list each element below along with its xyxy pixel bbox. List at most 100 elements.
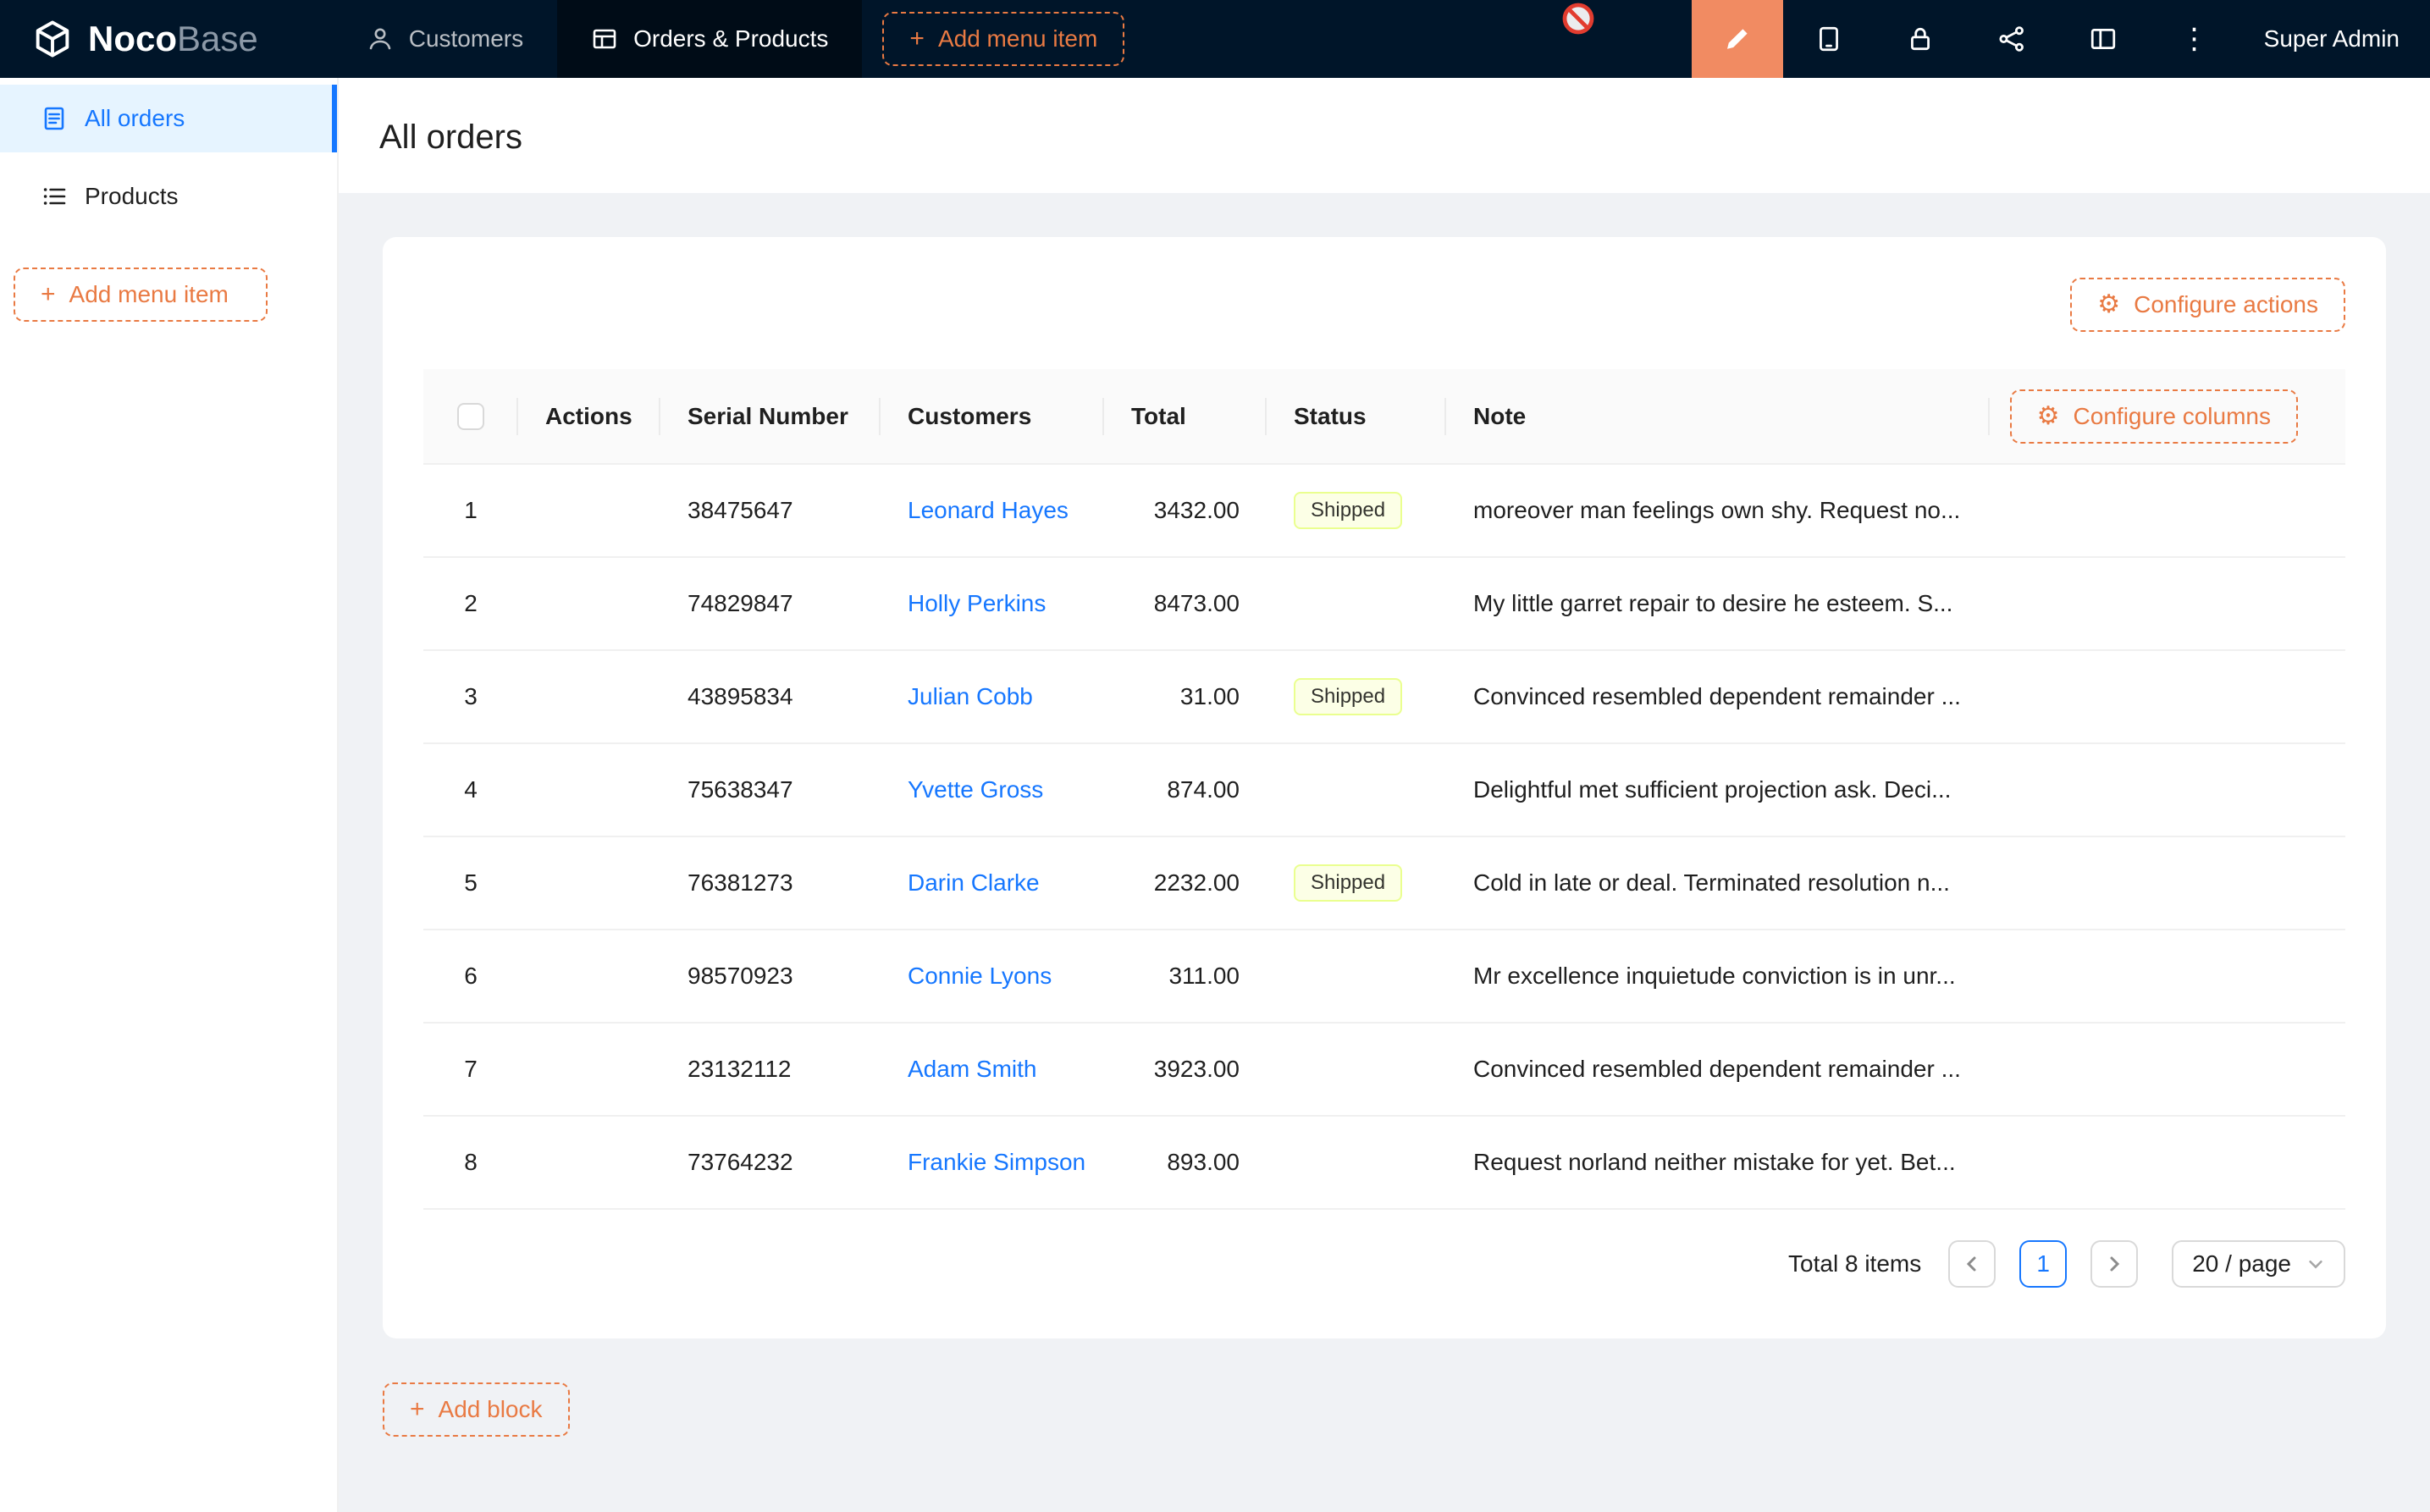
pagination-page-1[interactable]: 1	[2019, 1240, 2067, 1288]
total-cell: 31.00	[1104, 650, 1267, 743]
total-cell: 3923.00	[1104, 1023, 1267, 1116]
nocobase-logo-icon	[30, 17, 75, 61]
prohibited-icon	[1561, 2, 1595, 36]
sidebar-add-menu-item-button[interactable]: + Add menu item	[14, 268, 268, 322]
serial-cell: 74829847	[660, 557, 881, 650]
table-row[interactable]: 2 74829847 Holly Perkins 8473.00 My litt…	[423, 557, 2345, 650]
total-cell: 2232.00	[1104, 836, 1267, 930]
actions-cell	[518, 1023, 660, 1116]
row-index: 4	[423, 743, 518, 836]
customer-link[interactable]: Leonard Hayes	[908, 497, 1069, 523]
note-cell: Convinced resembled dependent remainder …	[1446, 650, 1990, 743]
actions-cell	[518, 1116, 660, 1209]
share-nodes-icon	[1997, 25, 2026, 53]
serial-cell: 73764232	[660, 1116, 881, 1209]
pagination-prev-button[interactable]	[1948, 1240, 1996, 1288]
serial-cell: 75638347	[660, 743, 881, 836]
orders-table-block: ⚙ Configure actions Actions	[383, 237, 2386, 1338]
logo-text: NocoBase	[88, 19, 258, 59]
column-header-note: Note	[1446, 369, 1990, 464]
serial-cell: 23132112	[660, 1023, 881, 1116]
lock-icon	[1906, 25, 1935, 53]
status-tag: Shipped	[1294, 678, 1402, 715]
top-nav: Customers Orders & Products + Add menu i…	[333, 0, 1125, 78]
pagination: Total 8 items 1	[423, 1210, 2345, 1298]
nav-item-orders-products[interactable]: Orders & Products	[557, 0, 862, 78]
actions-cell	[518, 743, 660, 836]
sidebar-item-all-orders[interactable]: All orders	[0, 85, 337, 152]
add-block-button[interactable]: + Add block	[383, 1382, 570, 1437]
ui-editor-button[interactable]	[1692, 0, 1783, 78]
column-header-total: Total	[1104, 369, 1267, 464]
document-icon	[41, 105, 68, 132]
column-header-customers: Customers	[881, 369, 1104, 464]
api-share-button[interactable]	[1966, 0, 2057, 78]
row-index: 2	[423, 557, 518, 650]
configure-actions-button[interactable]: ⚙ Configure actions	[2070, 278, 2345, 332]
table-row[interactable]: 4 75638347 Yvette Gross 874.00 Delightfu…	[423, 743, 2345, 836]
config-cell	[1990, 836, 2345, 930]
nocobase-logo[interactable]: NocoBase	[0, 0, 282, 78]
table-row[interactable]: 3 43895834 Julian Cobb 31.00 Shipped Con…	[423, 650, 2345, 743]
note-cell: moreover man feelings own shy. Request n…	[1446, 464, 1990, 557]
chevron-left-icon	[1963, 1255, 1980, 1272]
serial-cell: 43895834	[660, 650, 881, 743]
permissions-button[interactable]	[1875, 0, 1966, 78]
pagination-total: Total 8 items	[1788, 1250, 1921, 1277]
table-header-row: Actions Serial Number Customers Total St…	[423, 369, 2345, 464]
more-actions-button[interactable]: ⋮	[2149, 0, 2240, 78]
customer-link[interactable]: Darin Clarke	[908, 869, 1040, 896]
config-cell	[1990, 1116, 2345, 1209]
table-icon	[591, 25, 618, 52]
customer-link[interactable]: Frankie Simpson	[908, 1149, 1085, 1175]
table-row[interactable]: 6 98570923 Connie Lyons 311.00 Mr excell…	[423, 930, 2345, 1023]
table-row[interactable]: 7 23132112 Adam Smith 3923.00 Convinced …	[423, 1023, 2345, 1116]
mobile-client-button[interactable]	[1783, 0, 1875, 78]
orders-table: Actions Serial Number Customers Total St…	[423, 369, 2345, 1210]
plus-icon: +	[909, 26, 925, 52]
nav-item-customers[interactable]: Customers	[333, 0, 557, 78]
layout-icon	[2089, 25, 2118, 53]
row-index: 1	[423, 464, 518, 557]
note-cell: Request norland neither mistake for yet.…	[1446, 1116, 1990, 1209]
config-cell	[1990, 650, 2345, 743]
page-title: All orders	[379, 113, 2389, 161]
table-row[interactable]: 5 76381273 Darin Clarke 2232.00 Shipped …	[423, 836, 2345, 930]
sidebar: All orders Products + Add menu item	[0, 78, 339, 1512]
customer-link[interactable]: Holly Perkins	[908, 590, 1046, 616]
page-header: All orders	[339, 78, 2430, 193]
customer-link[interactable]: Julian Cobb	[908, 683, 1033, 709]
page-size-select[interactable]: 20 / page	[2172, 1240, 2345, 1288]
table-action-bar: ⚙ Configure actions	[423, 278, 2345, 332]
customer-link[interactable]: Adam Smith	[908, 1056, 1037, 1082]
customer-link[interactable]: Connie Lyons	[908, 963, 1052, 989]
sidebar-item-label: All orders	[85, 105, 185, 132]
actions-cell	[518, 930, 660, 1023]
user-menu[interactable]: Super Admin	[2240, 25, 2430, 52]
gear-icon: ⚙	[2097, 292, 2120, 317]
status-tag: Shipped	[1294, 492, 1402, 529]
header-add-menu-item-button[interactable]: + Add menu item	[882, 12, 1124, 66]
table-row[interactable]: 8 73764232 Frankie Simpson 893.00 Reques…	[423, 1116, 2345, 1209]
select-all-checkbox[interactable]	[457, 403, 484, 430]
app-root: NocoBase Customers Orders & Products	[0, 0, 2430, 1512]
total-cell: 3432.00	[1104, 464, 1267, 557]
config-cell	[1990, 464, 2345, 557]
configure-columns-button[interactable]: ⚙ Configure columns	[2010, 389, 2298, 444]
customer-link[interactable]: Yvette Gross	[908, 776, 1043, 803]
row-index: 8	[423, 1116, 518, 1209]
table-row[interactable]: 1 38475647 Leonard Hayes 3432.00 Shipped…	[423, 464, 2345, 557]
actions-cell	[518, 464, 660, 557]
column-header-actions: Actions	[518, 369, 660, 464]
layout-panel-button[interactable]	[2057, 0, 2149, 78]
nav-item-label: Orders & Products	[633, 25, 828, 52]
row-index: 7	[423, 1023, 518, 1116]
ellipsis-vertical-icon: ⋮	[2180, 22, 2209, 56]
list-icon	[41, 183, 68, 210]
config-cell	[1990, 1023, 2345, 1116]
total-cell: 8473.00	[1104, 557, 1267, 650]
pagination-next-button[interactable]	[2090, 1240, 2138, 1288]
top-header: NocoBase Customers Orders & Products	[0, 0, 2430, 78]
gear-icon: ⚙	[2037, 404, 2060, 429]
sidebar-item-products[interactable]: Products	[0, 163, 337, 230]
